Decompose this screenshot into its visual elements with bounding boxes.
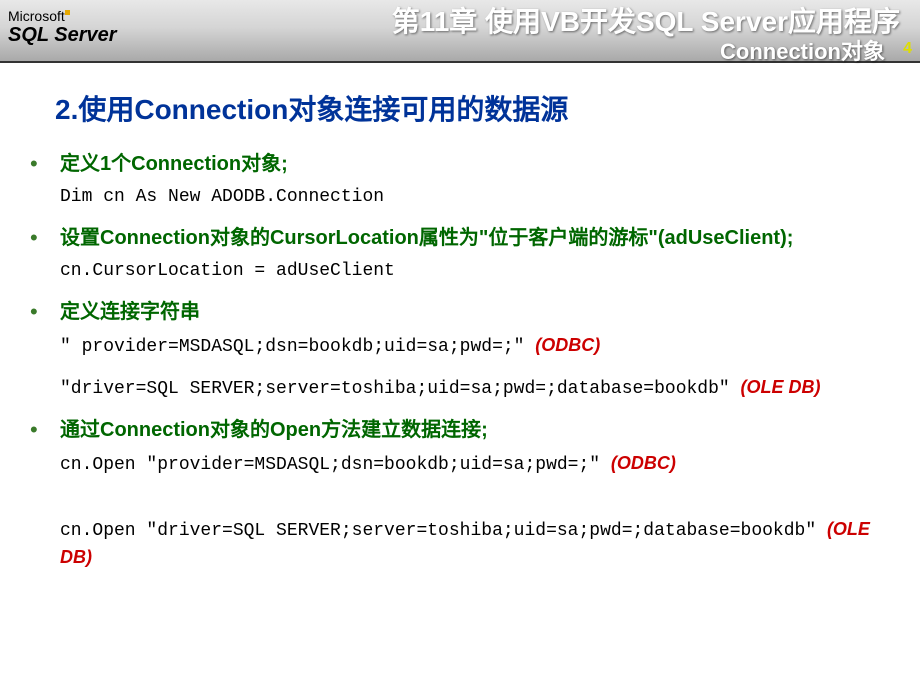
- code-4a-text: cn.Open "provider=MSDASQL;dsn=bookdb;uid…: [60, 455, 600, 475]
- logo-dot-icon: [65, 10, 70, 15]
- bullet-1: • 定义1个Connection对象;: [30, 150, 890, 178]
- bullet-icon: •: [30, 150, 60, 178]
- slide-header: Microsoft SQL Server 第11章 使用VB开发SQL Serv…: [0, 0, 920, 63]
- section-title: Connection对象: [720, 34, 885, 66]
- code-3b-note: (OLE DB): [741, 377, 821, 397]
- code-1: Dim cn As New ADODB.Connection: [60, 184, 890, 210]
- bullet-icon: •: [30, 224, 60, 252]
- bullet-1-text: 定义1个Connection对象;: [60, 150, 288, 178]
- bullet-icon: •: [30, 298, 60, 326]
- code-2: cn.CursorLocation = adUseClient: [60, 258, 890, 284]
- slide-content: 2.使用Connection对象连接可用的数据源 • 定义1个Connectio…: [0, 63, 920, 596]
- code-3b: "driver=SQL SERVER;server=toshiba;uid=sa…: [60, 374, 890, 402]
- code-4b: cn.Open "driver=SQL SERVER;server=toshib…: [60, 516, 890, 572]
- bullet-4: • 通过Connection对象的Open方法建立数据连接;: [30, 416, 890, 444]
- bullet-4-text: 通过Connection对象的Open方法建立数据连接;: [60, 416, 488, 444]
- bullet-3: • 定义连接字符串: [30, 298, 890, 326]
- bullet-3-text: 定义连接字符串: [60, 298, 200, 326]
- logo-ms-text: Microsoft: [8, 8, 65, 24]
- bullet-2: • 设置Connection对象的CursorLocation属性为"位于客户端…: [30, 224, 890, 252]
- code-4b-text: cn.Open "driver=SQL SERVER;server=toshib…: [60, 521, 827, 541]
- code-3a-note: (ODBC): [535, 335, 600, 355]
- code-3b-text: "driver=SQL SERVER;server=toshiba;uid=sa…: [60, 379, 730, 399]
- code-3a: " provider=MSDASQL;dsn=bookdb;uid=sa;pwd…: [60, 332, 890, 360]
- code-4a: cn.Open "provider=MSDASQL;dsn=bookdb;uid…: [60, 450, 890, 478]
- code-3a-text: " provider=MSDASQL;dsn=bookdb;uid=sa;pwd…: [60, 337, 524, 357]
- logo-sqlserver: SQL Server: [8, 24, 117, 47]
- bullet-icon: •: [30, 416, 60, 444]
- logo-area: Microsoft SQL Server: [8, 8, 117, 47]
- code-4a-note: (ODBC): [611, 453, 676, 473]
- spacer: [30, 492, 890, 510]
- content-title: 2.使用Connection对象连接可用的数据源: [55, 88, 890, 128]
- page-number: 4: [903, 40, 912, 58]
- bullet-2-text: 设置Connection对象的CursorLocation属性为"位于客户端的游…: [60, 224, 793, 252]
- logo-microsoft: Microsoft: [8, 8, 117, 24]
